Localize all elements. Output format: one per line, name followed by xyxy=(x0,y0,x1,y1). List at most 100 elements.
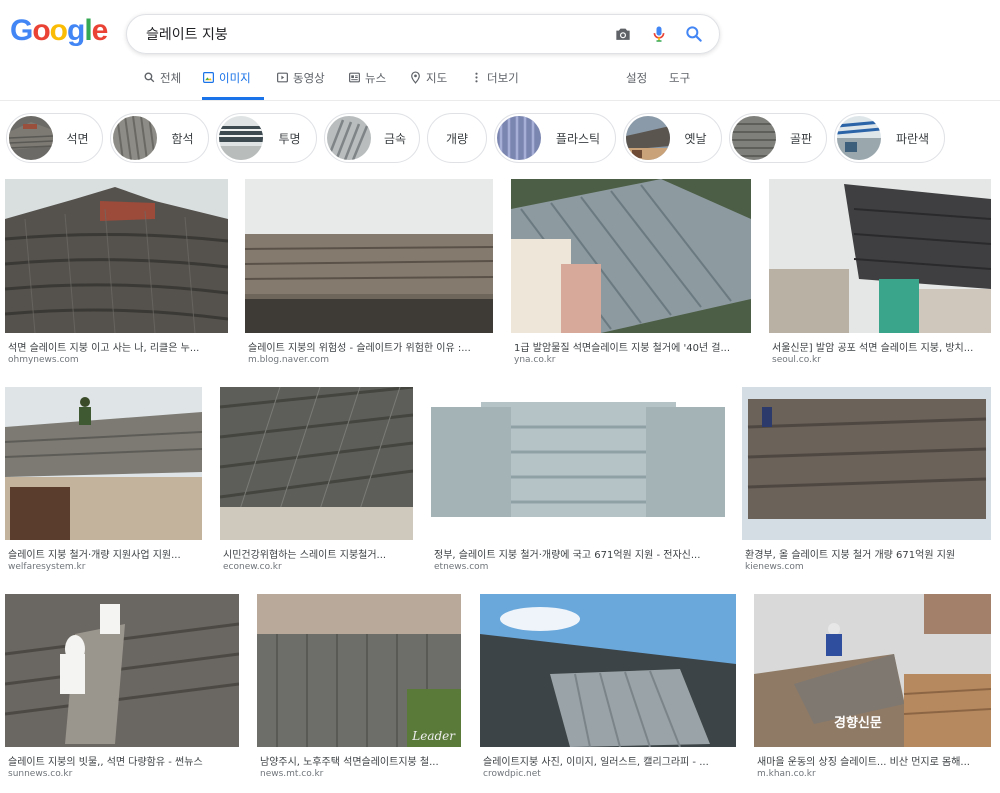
chip-label: 골판 xyxy=(789,131,813,146)
result-source: m.blog.naver.com xyxy=(248,355,329,365)
result-title[interactable]: 정부, 슬레이트 지붕 철거·개량에 국고 671억원 지원 - 전자신... xyxy=(434,546,724,561)
tab-label: 지도 xyxy=(426,71,448,85)
image-result[interactable]: 정부, 슬레이트 지붕 철거·개량에 국고 671억원 지원 - 전자신... … xyxy=(431,387,725,577)
image-result[interactable]: 슬레이트 지붕의 위험성 - 슬레이트가 위험한 이유 :... m.blog.… xyxy=(245,179,493,369)
image-result[interactable]: 1급 발암물질 석면슬레이트 지붕 철거에 '40년 걸... yna.co.k… xyxy=(511,179,751,369)
image-result[interactable]: 슬레이트 지붕의 빗물,, 석면 다량함유 - 썬뉴스 sunnews.co.k… xyxy=(5,594,239,784)
chip-tin[interactable]: 함석 xyxy=(110,113,209,163)
chip-thumbnail xyxy=(327,116,371,160)
result-image[interactable] xyxy=(769,179,991,333)
tab-news[interactable]: 뉴스 xyxy=(348,70,386,98)
image-result[interactable]: 슬레이트 지붕 철거·개량 지원사업 지원... welfaresystem.k… xyxy=(5,387,202,577)
tab-maps[interactable]: 지도 xyxy=(409,70,447,98)
result-title[interactable]: 석면 슬레이트 지붕 이고 사는 나, 리클은 누... xyxy=(8,339,223,354)
result-image[interactable] xyxy=(5,179,228,333)
image-result[interactable]: 경향신문 새마을 운동의 상징 슬레이트... 비산 먼지로 몸해... m.k… xyxy=(754,594,991,784)
search-icon xyxy=(144,72,155,83)
chip-label: 개량 xyxy=(445,131,469,146)
chip-metal[interactable]: 금속 xyxy=(324,113,420,163)
chip-thumbnail xyxy=(219,116,263,160)
chip-label: 옛날 xyxy=(684,131,707,146)
tab-label: 전체 xyxy=(160,71,182,85)
tab-all[interactable]: 전체 xyxy=(143,70,181,98)
result-source: news.mt.co.kr xyxy=(260,769,324,779)
watermark: 경향신문 xyxy=(834,716,882,731)
result-title[interactable]: 남양주시, 노후주택 석면슬레이트지붕 철... xyxy=(260,753,460,768)
tab-label: 뉴스 xyxy=(365,71,387,85)
tab-more[interactable]: 더보기 xyxy=(470,70,519,98)
result-title[interactable]: 서울신문] 발암 공포 석면 슬레이트 지붕, 방치... xyxy=(772,339,990,354)
tab-label: 동영상 xyxy=(293,71,325,85)
map-pin-icon xyxy=(411,71,420,84)
chip-label: 플라스틱 xyxy=(555,131,601,146)
more-icon xyxy=(475,72,478,83)
video-icon xyxy=(277,72,288,83)
news-icon xyxy=(349,72,360,83)
image-result[interactable]: 슬레이트지붕 사진, 이미지, 일러스트, 캘리그라피 - ... crowdp… xyxy=(480,594,736,784)
chip-label: 석면 xyxy=(66,131,89,146)
image-result[interactable]: 석면 슬레이트 지붕 이고 사는 나, 리클은 누... ohmynews.co… xyxy=(5,179,228,369)
google-logo[interactable]: Google xyxy=(10,14,108,48)
chip-blue[interactable]: 파란색 xyxy=(834,113,945,163)
settings-link[interactable]: 설정 xyxy=(626,70,647,98)
result-image[interactable] xyxy=(511,179,751,333)
result-title[interactable]: 새마을 운동의 상징 슬레이트... 비산 먼지로 몸해... xyxy=(757,753,990,768)
chip-label: 투명 xyxy=(278,131,301,146)
image-result[interactable]: 서울신문] 발암 공포 석면 슬레이트 지붕, 방치... seoul.co.k… xyxy=(769,179,991,369)
result-image[interactable]: 경향신문 xyxy=(754,594,991,747)
result-image[interactable] xyxy=(220,387,413,540)
result-image[interactable] xyxy=(5,387,202,540)
chip-plastic[interactable]: 플라스틱 xyxy=(494,113,616,163)
chip-corrugated[interactable]: 골판 xyxy=(729,113,827,163)
result-source: crowdpic.net xyxy=(483,769,541,779)
image-result[interactable]: Leader 남양주시, 노후주택 석면슬레이트지붕 철... news.mt.… xyxy=(257,594,461,784)
camera-icon[interactable] xyxy=(613,24,633,44)
image-result[interactable]: 환경부, 올 슬레이트 지붕 철거 개량 671억원 지원 kienews.co… xyxy=(742,387,991,577)
search-input[interactable] xyxy=(144,21,588,47)
image-result[interactable]: 시민건강위협하는 스레이트 지붕철거... econew.co.kr xyxy=(220,387,413,577)
chip-thumbnail xyxy=(497,116,541,160)
chip-label: 금속 xyxy=(383,131,407,146)
tab-label: 더보기 xyxy=(487,71,519,85)
result-image[interactable] xyxy=(5,594,239,747)
result-title[interactable]: 슬레이트지붕 사진, 이미지, 일러스트, 캘리그라피 - ... xyxy=(483,753,735,768)
result-title[interactable]: 슬레이트 지붕의 빗물,, 석면 다량함유 - 썬뉴스 xyxy=(8,753,238,768)
result-source: kienews.com xyxy=(745,562,804,572)
result-source: welfaresystem.kr xyxy=(8,562,86,572)
chip-thumbnail xyxy=(626,116,670,160)
result-title[interactable]: 슬레이트 지붕 철거·개량 지원사업 지원... xyxy=(8,546,201,561)
microphone-icon[interactable] xyxy=(649,24,669,44)
result-image[interactable] xyxy=(431,387,725,540)
result-source: sunnews.co.kr xyxy=(8,769,73,779)
chip-improve[interactable]: 개량 xyxy=(427,113,487,163)
chip-thumbnail xyxy=(732,116,776,160)
chip-thumbnail xyxy=(113,116,157,160)
chip-label: 함석 xyxy=(171,131,194,146)
chip-asbestos[interactable]: 석면 xyxy=(6,113,103,163)
tab-images[interactable]: 이미지 xyxy=(202,70,264,100)
result-image[interactable] xyxy=(480,594,736,747)
tools-link[interactable]: 도구 xyxy=(669,70,690,98)
search-box xyxy=(126,14,720,54)
result-image[interactable] xyxy=(742,387,991,540)
result-title[interactable]: 1급 발암물질 석면슬레이트 지붕 철거에 '40년 걸... xyxy=(514,339,750,354)
result-title[interactable]: 환경부, 올 슬레이트 지붕 철거 개량 671억원 지원 xyxy=(745,546,990,561)
result-title[interactable]: 시민건강위협하는 스레이트 지붕철거... xyxy=(223,546,412,561)
chip-thumbnail xyxy=(837,116,881,160)
result-image[interactable]: Leader xyxy=(257,594,461,747)
result-source: etnews.com xyxy=(434,562,489,572)
chip-transparent[interactable]: 투명 xyxy=(216,113,317,163)
chip-label: 파란색 xyxy=(895,131,930,146)
result-source: econew.co.kr xyxy=(223,562,282,572)
watermark: Leader xyxy=(412,729,455,743)
result-source: yna.co.kr xyxy=(514,355,556,365)
search-icon[interactable] xyxy=(684,24,704,44)
chip-old[interactable]: 옛날 xyxy=(623,113,722,163)
image-icon xyxy=(203,72,214,83)
result-title[interactable]: 슬레이트 지붕의 위험성 - 슬레이트가 위험한 이유 :... xyxy=(248,339,492,354)
tab-videos[interactable]: 동영상 xyxy=(276,70,325,98)
header: Google 전체 이미지 동영상 뉴스 xyxy=(0,0,1000,101)
result-source: m.khan.co.kr xyxy=(757,769,816,779)
tab-label: 이미지 xyxy=(219,71,251,85)
result-image[interactable] xyxy=(245,179,493,333)
